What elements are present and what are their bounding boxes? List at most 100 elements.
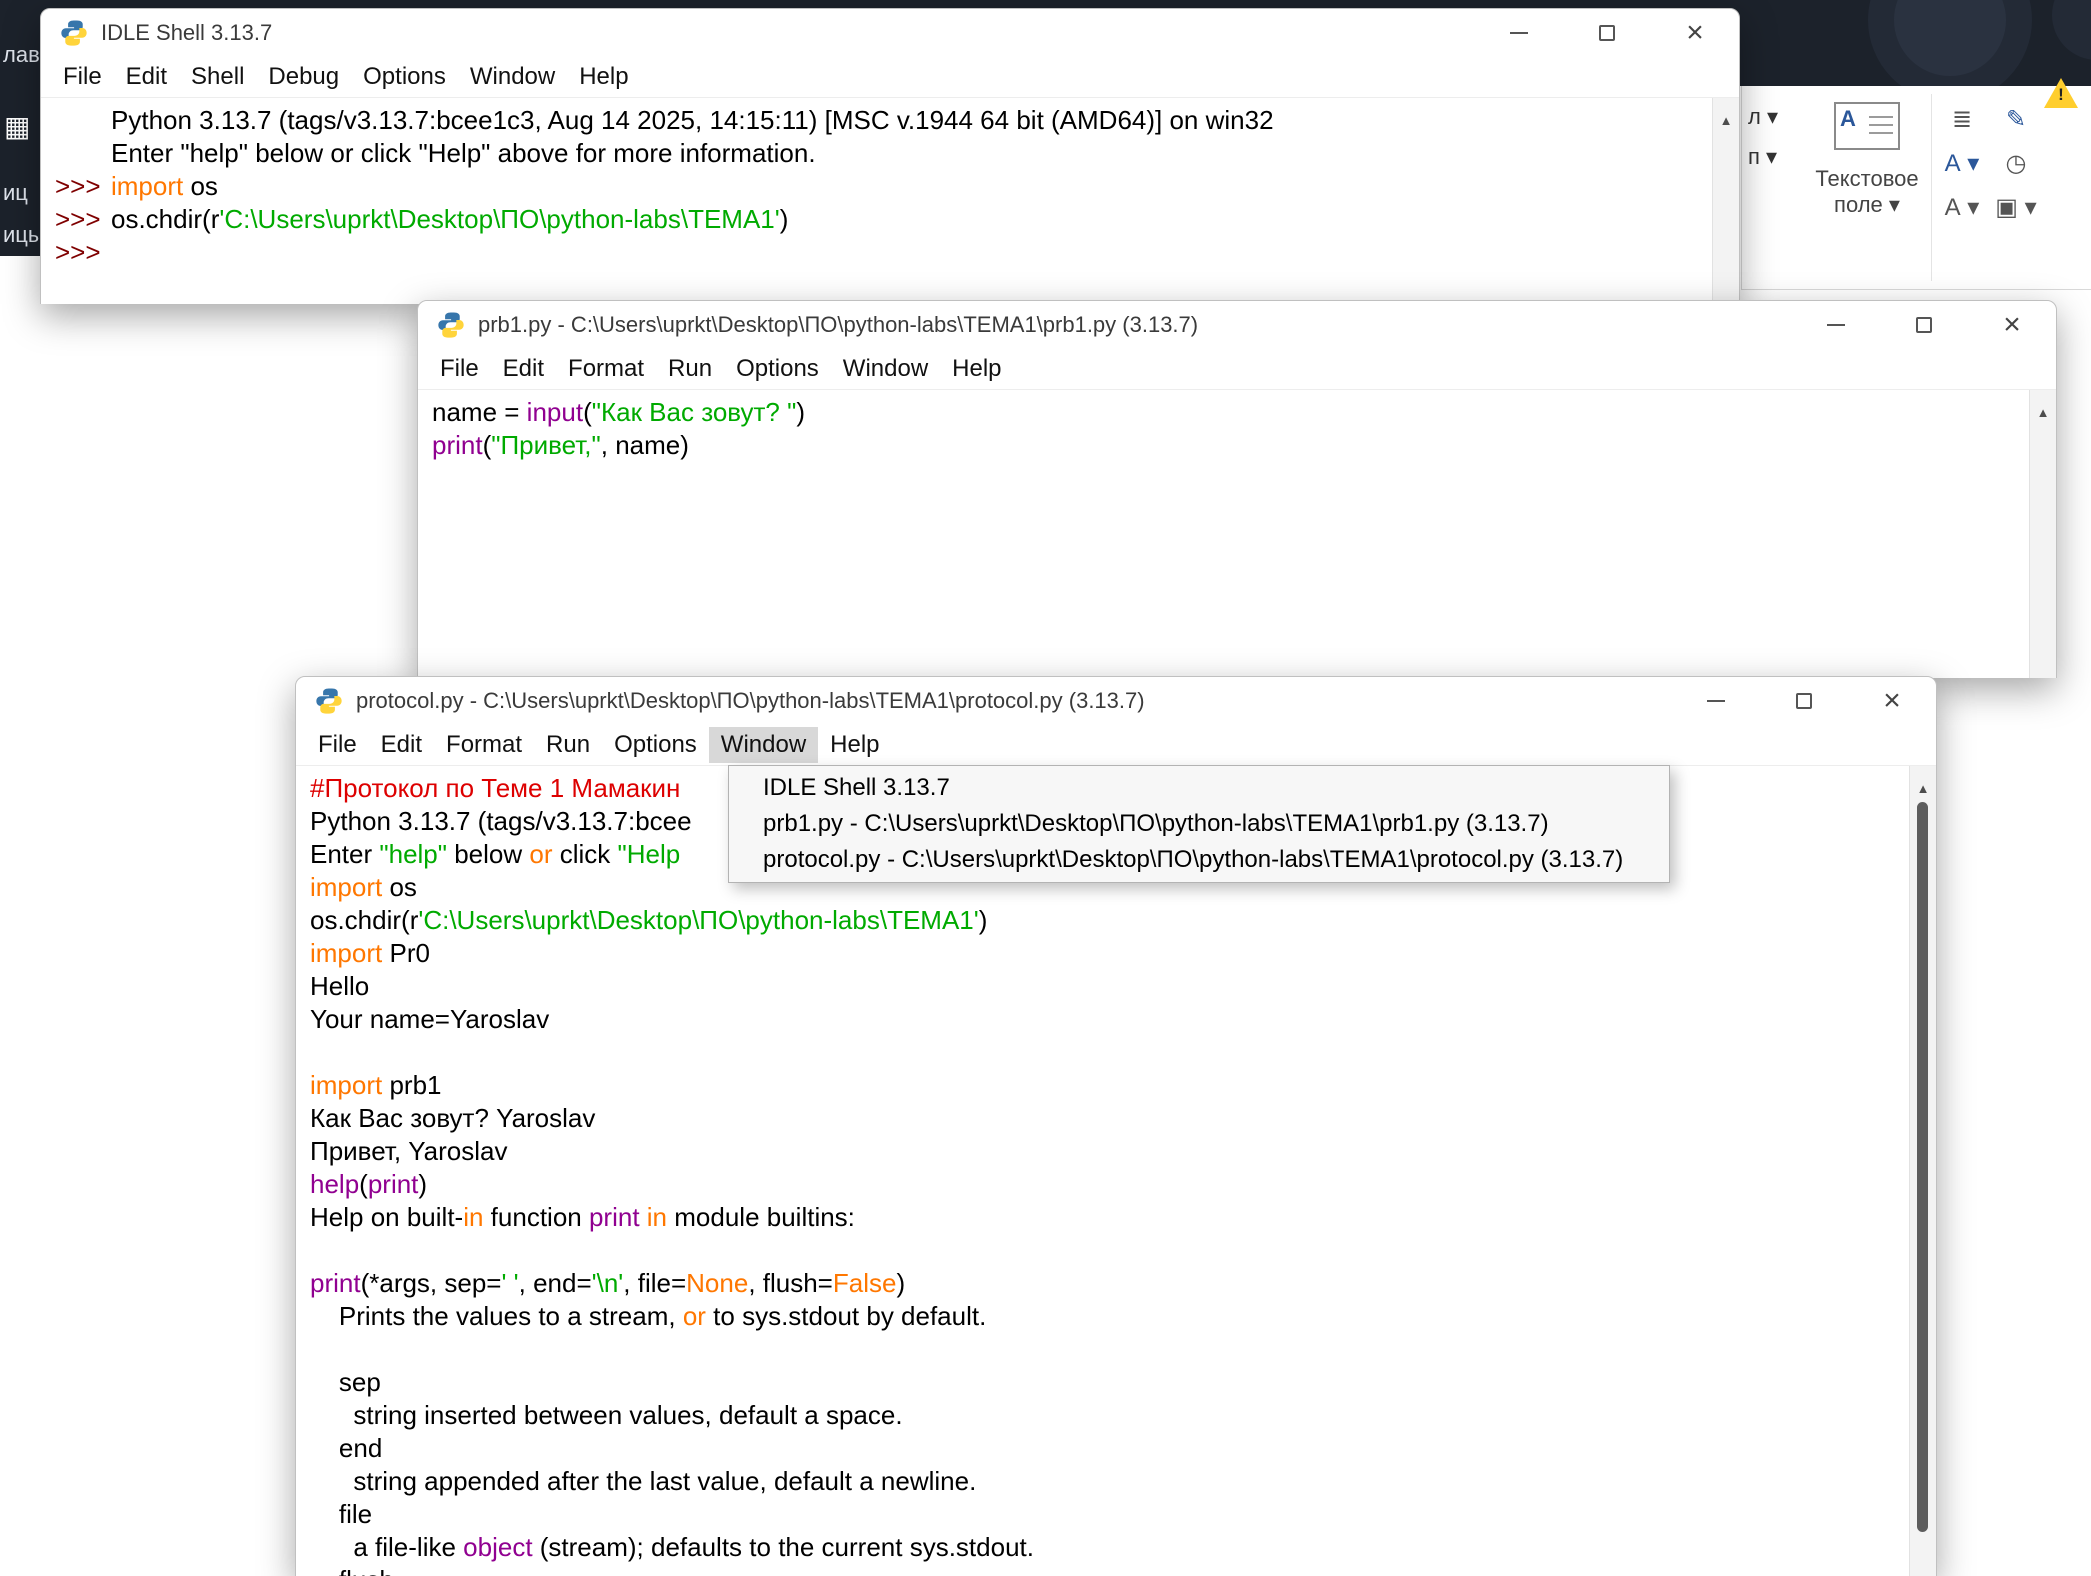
textbox-icon[interactable]: A xyxy=(1834,102,1900,150)
protocol-menubar: FileEditFormatRunOptionsWindowHelp xyxy=(296,725,1936,766)
prb1-maximize-button[interactable] xyxy=(1880,301,1968,349)
prb1-scrollbar[interactable]: ▲ xyxy=(2029,390,2056,678)
prb1-menu-5[interactable]: Window xyxy=(831,351,940,387)
code-line xyxy=(310,1036,1902,1069)
prb1-content: name = input("Как Вас зовут? ")print("Пр… xyxy=(418,390,2056,678)
shell-window-controls: × xyxy=(1475,9,1739,57)
object-icon[interactable]: ▣ ▾ xyxy=(1994,188,2038,226)
quick-parts-icon[interactable]: ≣ xyxy=(1940,100,1984,138)
shell-prompt: >>> xyxy=(55,236,111,269)
protocol-menu-6[interactable]: Help xyxy=(818,727,891,763)
shell-minimize-button[interactable] xyxy=(1475,9,1563,57)
left-strip-label-2: иц xyxy=(3,180,28,206)
code-line: file xyxy=(310,1498,1902,1531)
prb1-menu-3[interactable]: Run xyxy=(656,351,724,387)
code-line: >>>os.chdir(r'C:\Users\uprkt\Desktop\ПО\… xyxy=(55,203,1705,236)
left-strip-label-3: ицы xyxy=(3,222,44,248)
prb1-menu-1[interactable]: Edit xyxy=(491,351,556,387)
protocol-menu-4[interactable]: Options xyxy=(602,727,709,763)
code-line: Prints the values to a stream, or to sys… xyxy=(310,1300,1902,1333)
protocol-maximize-button[interactable] xyxy=(1760,677,1848,725)
shell-titlebar[interactable]: IDLE Shell 3.13.7 × xyxy=(41,9,1739,57)
prb1-code-area[interactable]: name = input("Как Вас зовут? ")print("Пр… xyxy=(418,390,2056,462)
minimize-icon xyxy=(1510,32,1528,34)
date-time-icon[interactable]: ◷ xyxy=(1994,144,2038,182)
prb1-menubar: FileEditFormatRunOptionsWindowHelp xyxy=(418,349,2056,390)
left-strip-label-1: лав xyxy=(3,42,40,68)
python-logo-icon xyxy=(59,18,89,48)
shell-menu-5[interactable]: Window xyxy=(458,59,567,95)
desktop-left-strip: лав ▦ иц ицы xyxy=(0,0,44,256)
textbox-icon-letter: A xyxy=(1840,106,1856,132)
protocol-titlebar[interactable]: protocol.py - C:\Users\uprkt\Desktop\ПО\… xyxy=(296,677,1936,725)
drop-cap-icon[interactable]: А ▾ xyxy=(1940,188,1984,226)
window-menu-item-0[interactable]: IDLE Shell 3.13.7 xyxy=(729,770,1669,806)
textbox-button-label[interactable]: Текстовое поле ▾ xyxy=(1804,166,1930,218)
prb1-menu-4[interactable]: Options xyxy=(724,351,831,387)
maximize-icon xyxy=(1599,25,1615,41)
shell-close-button[interactable]: × xyxy=(1651,9,1739,57)
shell-menu-0[interactable]: File xyxy=(51,59,114,95)
protocol-scrollbar[interactable]: ▲ xyxy=(1909,766,1936,1576)
code-line: string inserted between values, default … xyxy=(310,1399,1902,1432)
scroll-up-icon[interactable]: ▲ xyxy=(1910,772,1936,805)
code-line: a file-like object (stream); defaults to… xyxy=(310,1531,1902,1564)
code-line: import prb1 xyxy=(310,1069,1902,1102)
code-line: Hello xyxy=(310,970,1902,1003)
window-menu-item-1[interactable]: prb1.py - C:\Users\uprkt\Desktop\ПО\pyth… xyxy=(729,806,1669,842)
code-line: os.chdir(r'C:\Users\uprkt\Desktop\ПО\pyt… xyxy=(310,904,1902,937)
code-line: help(print) xyxy=(310,1168,1902,1201)
code-line: print("Привет,", name) xyxy=(432,429,2022,462)
code-line: Как Вас зовут? Yaroslav xyxy=(310,1102,1902,1135)
shell-prompt: >>> xyxy=(55,203,111,236)
protocol-menu-3[interactable]: Run xyxy=(534,727,602,763)
shell-menu-2[interactable]: Shell xyxy=(179,59,256,95)
ribbon-mini-dropdown-1[interactable]: л ▾ xyxy=(1748,104,1778,130)
textbox-label-line1: Текстовое xyxy=(1804,166,1930,192)
shell-menu-6[interactable]: Help xyxy=(567,59,640,95)
scrollbar-thumb[interactable] xyxy=(1917,802,1928,1532)
protocol-menu-5[interactable]: Window xyxy=(709,727,818,763)
protocol-code-area[interactable]: #Протокол по Теме 1 МамакинPython 3.13.7… xyxy=(296,766,1936,1576)
protocol-menu-0[interactable]: File xyxy=(306,727,369,763)
shell-menubar: FileEditShellDebugOptionsWindowHelp xyxy=(41,57,1739,98)
word-ribbon-fragment: л ▾ п ▾ A Текстовое поле ▾ ≣ ✎ А ▾ ◷ А ▾… xyxy=(1741,86,2091,290)
code-line: print(*args, sep=' ', end='\n', file=Non… xyxy=(310,1267,1902,1300)
warning-triangle-icon[interactable]: ! xyxy=(2044,78,2078,108)
window-menu-dropdown: IDLE Shell 3.13.7prb1.py - C:\Users\uprk… xyxy=(728,765,1670,883)
prb1-minimize-button[interactable] xyxy=(1792,301,1880,349)
prb1-titlebar[interactable]: prb1.py - C:\Users\uprkt\Desktop\ПО\pyth… xyxy=(418,301,2056,349)
table-grid-icon[interactable]: ▦ xyxy=(4,110,30,143)
code-line: sep xyxy=(310,1366,1902,1399)
code-line: Help on built-in function print in modul… xyxy=(310,1201,1902,1234)
shell-scrollbar[interactable]: ▲ xyxy=(1712,98,1739,304)
protocol-menu-1[interactable]: Edit xyxy=(369,727,434,763)
protocol-close-button[interactable]: × xyxy=(1848,677,1936,725)
shell-maximize-button[interactable] xyxy=(1563,9,1651,57)
wordart-icon[interactable]: А ▾ xyxy=(1940,144,1984,182)
textbox-label-line2: поле ▾ xyxy=(1804,192,1930,218)
protocol-minimize-button[interactable] xyxy=(1672,677,1760,725)
prb1-close-button[interactable]: × xyxy=(1968,301,2056,349)
shell-code-area[interactable]: Python 3.13.7 (tags/v3.13.7:bcee1c3, Aug… xyxy=(41,98,1739,269)
code-line: string appended after the last value, de… xyxy=(310,1465,1902,1498)
shell-menu-1[interactable]: Edit xyxy=(114,59,179,95)
ribbon-mini-dropdown-2[interactable]: п ▾ xyxy=(1748,144,1777,170)
minimize-icon xyxy=(1707,700,1725,702)
prb1-menu-2[interactable]: Format xyxy=(556,351,656,387)
shell-menu-3[interactable]: Debug xyxy=(256,59,351,95)
shell-window-title: IDLE Shell 3.13.7 xyxy=(101,20,272,46)
scroll-up-icon[interactable]: ▲ xyxy=(1713,104,1739,137)
protocol-menu-2[interactable]: Format xyxy=(434,727,534,763)
shell-menu-4[interactable]: Options xyxy=(351,59,458,95)
close-icon: × xyxy=(1883,686,1901,716)
scroll-up-icon[interactable]: ▲ xyxy=(2030,396,2056,429)
shell-prompt: >>> xyxy=(55,170,111,203)
prb1-menu-6[interactable]: Help xyxy=(940,351,1013,387)
code-line: Привет, Yaroslav xyxy=(310,1135,1902,1168)
prb1-menu-0[interactable]: File xyxy=(428,351,491,387)
signature-line-icon[interactable]: ✎ xyxy=(1994,100,2038,138)
window-menu-item-2[interactable]: protocol.py - C:\Users\uprkt\Desktop\ПО\… xyxy=(729,842,1669,878)
code-line xyxy=(310,1333,1902,1366)
protocol-editor-window: protocol.py - C:\Users\uprkt\Desktop\ПО\… xyxy=(295,676,1937,1576)
